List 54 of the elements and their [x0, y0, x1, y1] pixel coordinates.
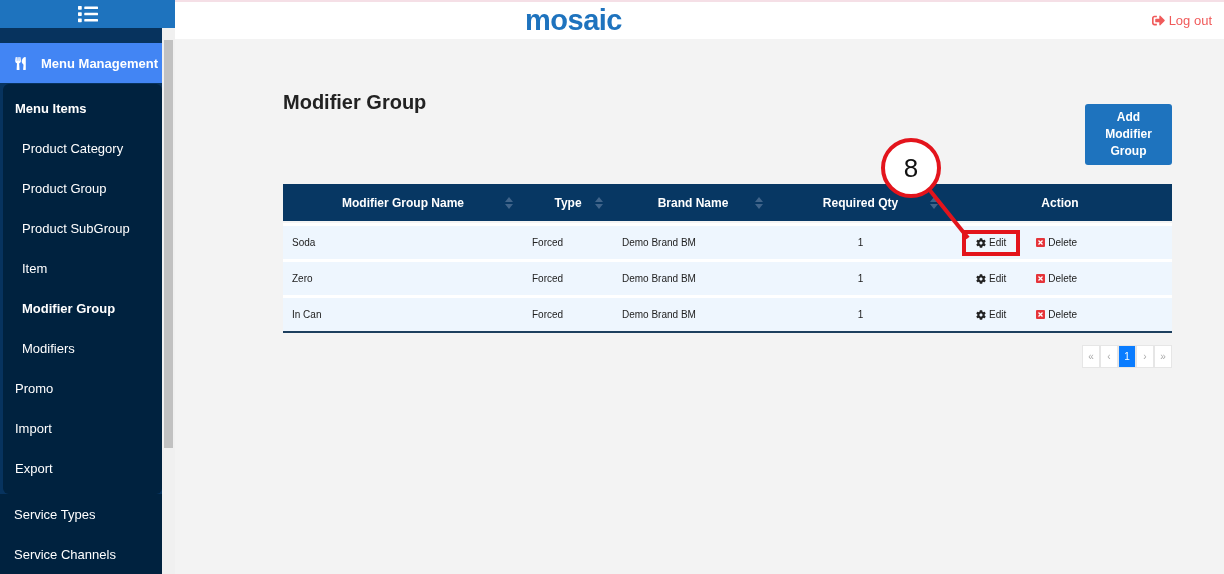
- submenu-item[interactable]: Product Category: [3, 128, 162, 168]
- submenu-item[interactable]: Promo: [3, 368, 162, 408]
- column-header: Action: [1040, 194, 1080, 212]
- utensils-icon: [14, 56, 27, 70]
- sidebar-item[interactable]: Menu Management: [0, 43, 162, 83]
- table-cell-text: Demo Brand BM: [621, 237, 697, 248]
- table-cell-text: Zero: [291, 273, 314, 284]
- gear-icon: [976, 309, 986, 320]
- close-icon: [1036, 274, 1046, 283]
- table-cell-text: Soda: [291, 237, 317, 248]
- close-icon: [1036, 238, 1046, 247]
- edit-link[interactable]: Edit: [962, 265, 1021, 292]
- submenu-item[interactable]: Modifiers: [3, 328, 162, 368]
- sidebar-item[interactable]: Service Channels: [0, 534, 162, 574]
- sort-icon[interactable]: [595, 196, 603, 209]
- column-header[interactable]: Modifier Group Name: [283, 184, 523, 221]
- delete-link[interactable]: Delete: [1022, 229, 1092, 256]
- table-cell-text: Forced: [531, 273, 565, 284]
- table-cell-text: In Can: [291, 309, 323, 320]
- scrollbar[interactable]: [162, 28, 175, 574]
- submenu-heading[interactable]: Menu Items: [3, 88, 162, 128]
- page-button[interactable]: 1: [1118, 345, 1136, 368]
- gear-icon: [976, 237, 986, 248]
- column-header[interactable]: Brand Name: [613, 184, 773, 221]
- submenu-item[interactable]: Product Group: [3, 168, 162, 208]
- edit-link[interactable]: Edit: [962, 229, 1021, 256]
- logout-icon: [1151, 14, 1165, 27]
- sort-icon[interactable]: [930, 196, 938, 209]
- submenu-item[interactable]: Product SubGroup: [3, 208, 162, 248]
- submenu-item[interactable]: Modifier Group: [3, 288, 162, 328]
- sort-icon[interactable]: [755, 196, 763, 209]
- table-cell-text: Forced: [531, 237, 565, 248]
- logo: mosaic: [525, 4, 622, 37]
- delete-link[interactable]: Delete: [1022, 301, 1092, 328]
- submenu-item[interactable]: Import: [3, 408, 162, 448]
- page-title: Modifier Group: [283, 91, 427, 114]
- edit-link[interactable]: Edit: [962, 301, 1021, 328]
- sidebar-item[interactable]: Service Types: [0, 494, 162, 534]
- table-cell-text: Demo Brand BM: [621, 273, 697, 284]
- table-cell-text: 1: [856, 237, 865, 248]
- column-header[interactable]: Type: [523, 184, 613, 221]
- gear-icon: [976, 273, 986, 284]
- add-button[interactable]: Add Modifier Group: [1085, 104, 1172, 165]
- submenu-item[interactable]: Export: [3, 448, 162, 488]
- close-icon: [1036, 310, 1046, 319]
- menu-icon[interactable]: [77, 4, 98, 24]
- table-cell-text: 1: [856, 273, 865, 284]
- submenu-item[interactable]: Item: [3, 248, 162, 288]
- table-cell-text: Demo Brand BM: [621, 309, 697, 320]
- table-cell-text: Forced: [531, 309, 565, 320]
- delete-link[interactable]: Delete: [1022, 265, 1092, 292]
- table-cell-text: 1: [856, 309, 865, 320]
- sort-icon[interactable]: [505, 196, 513, 209]
- callout-number: 8: [881, 138, 941, 198]
